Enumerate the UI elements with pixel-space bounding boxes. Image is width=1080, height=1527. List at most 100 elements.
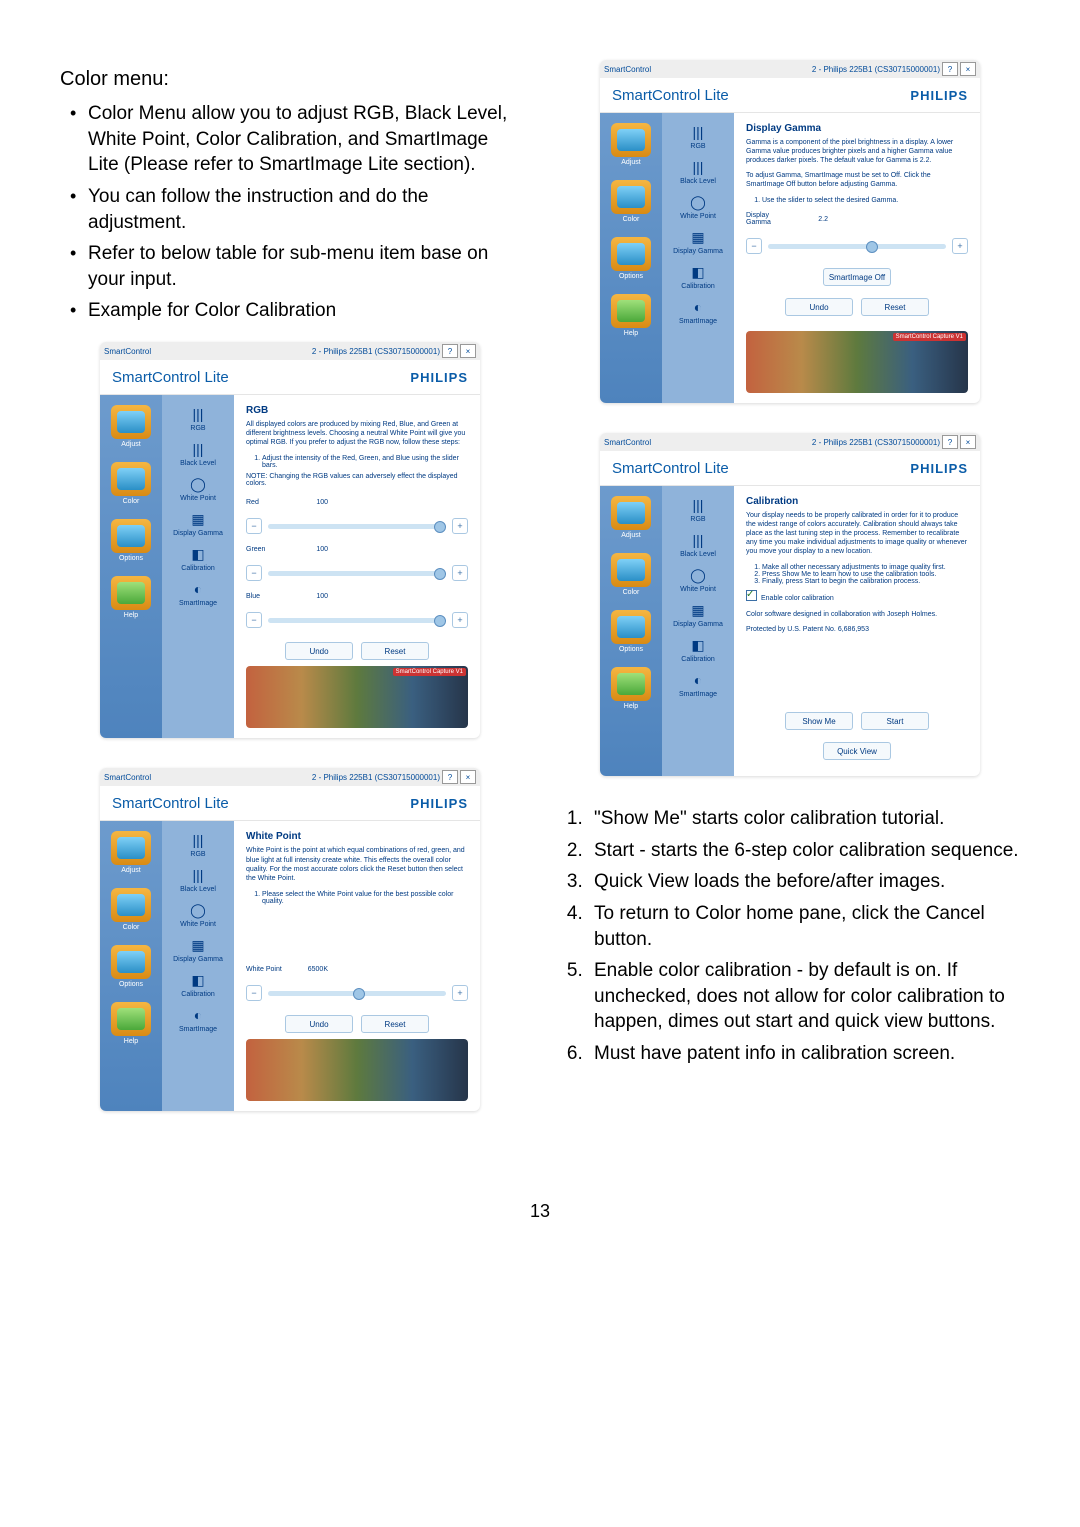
help-button[interactable]: ? — [942, 62, 958, 76]
submenu-black-level[interactable]: |||Black Level — [166, 438, 230, 467]
help-button[interactable]: ? — [442, 770, 458, 784]
sidebar-color[interactable]: Color — [107, 888, 155, 931]
close-button[interactable]: × — [460, 344, 476, 358]
close-button[interactable]: × — [960, 62, 976, 76]
cal-step: Make all other necessary adjustments to … — [762, 564, 968, 571]
help-button[interactable]: ? — [942, 435, 958, 449]
bullet-item: Color Menu allow you to adjust RGB, Blac… — [60, 101, 520, 178]
submenu-smartimage[interactable]: ◐SmartImage — [666, 296, 730, 325]
black-level-icon: ||| — [185, 438, 211, 460]
plus-button[interactable]: + — [452, 565, 468, 581]
slider-track[interactable] — [268, 524, 446, 529]
sidebar-adjust[interactable]: Adjust — [107, 831, 155, 874]
minus-button[interactable]: − — [246, 612, 262, 628]
enable-color-calibration[interactable]: Enable color calibration — [746, 589, 968, 603]
submenu-smartimage[interactable]: ◐SmartImage — [166, 578, 230, 607]
start-button[interactable]: Start — [861, 712, 929, 730]
minus-button[interactable]: − — [246, 565, 262, 581]
undo-button[interactable]: Undo — [785, 298, 853, 316]
sidebar-help[interactable]: Help — [607, 667, 655, 710]
smartimage-icon: ◐ — [185, 578, 211, 600]
submenu-calibration[interactable]: ◧Calibration — [666, 261, 730, 290]
slider-track[interactable] — [268, 991, 446, 996]
sidebar-options[interactable]: Options — [107, 945, 155, 988]
help-button[interactable]: ? — [442, 344, 458, 358]
submenu-white-point[interactable]: ◯White Point — [166, 899, 230, 928]
submenu-calibration[interactable]: ◧Calibration — [666, 634, 730, 663]
submenu-display-gamma[interactable]: ▦Display Gamma — [166, 934, 230, 963]
close-button[interactable]: × — [460, 770, 476, 784]
submenu-display-gamma[interactable]: ▦Display Gamma — [166, 508, 230, 537]
sidebar-help[interactable]: Help — [607, 294, 655, 337]
sidebar-adjust[interactable]: Adjust — [107, 405, 155, 448]
pane-desc: All displayed colors are produced by mix… — [246, 420, 468, 447]
sidebar-adjust[interactable]: Adjust — [607, 496, 655, 539]
plus-button[interactable]: + — [952, 238, 968, 254]
plus-button[interactable]: + — [452, 985, 468, 1001]
brand-row: SmartControl Lite PHILIPS — [100, 360, 480, 395]
sidebar-options[interactable]: Options — [107, 519, 155, 562]
reset-button[interactable]: Reset — [361, 1015, 429, 1033]
sidebar-color[interactable]: Color — [607, 180, 655, 223]
minus-button[interactable]: − — [246, 985, 262, 1001]
reset-button[interactable]: Reset — [361, 642, 429, 660]
submenu-rgb[interactable]: |||RGB — [666, 121, 730, 150]
undo-button[interactable]: Undo — [285, 1015, 353, 1033]
slider-value: 6500K — [300, 966, 328, 973]
undo-button[interactable]: Undo — [285, 642, 353, 660]
submenu-white-point[interactable]: ◯White Point — [166, 473, 230, 502]
green-slider[interactable]: Green 100 — [246, 546, 468, 553]
slider-label: Green — [246, 546, 294, 553]
sidebar-adjust[interactable]: Adjust — [607, 123, 655, 166]
sidebar-options[interactable]: Options — [607, 610, 655, 653]
submenu-smartimage[interactable]: ◐SmartImage — [166, 1004, 230, 1033]
pane-desc: Your display needs to be properly calibr… — [746, 511, 968, 556]
close-button[interactable]: × — [960, 435, 976, 449]
sidebar-help[interactable]: Help — [107, 1002, 155, 1045]
checkbox-icon[interactable] — [746, 590, 757, 601]
sidebar-options[interactable]: Options — [607, 237, 655, 280]
show-me-button[interactable]: Show Me — [785, 712, 853, 730]
submenu-rgb[interactable]: |||RGB — [666, 494, 730, 523]
submenu-display-gamma[interactable]: ▦Display Gamma — [666, 599, 730, 628]
submenu-black-level[interactable]: |||Black Level — [666, 529, 730, 558]
preview-image: SmartControl Capture V1 — [746, 331, 968, 393]
slider-track[interactable] — [268, 571, 446, 576]
submenu-calibration[interactable]: ◧Calibration — [166, 969, 230, 998]
submenu-calibration[interactable]: ◧Calibration — [166, 543, 230, 572]
sidebar-color[interactable]: Color — [107, 462, 155, 505]
app-name: SmartControl Lite — [612, 460, 729, 477]
submenu-black-level[interactable]: |||Black Level — [166, 864, 230, 893]
gamma-slider[interactable]: Display Gamma 2.2 — [746, 212, 968, 226]
white-point-slider[interactable]: White Point 6500K — [246, 966, 468, 973]
smartimage-off-button[interactable]: SmartImage Off — [823, 268, 891, 286]
slider-track[interactable] — [768, 244, 946, 249]
quick-view-button[interactable]: Quick View — [823, 742, 891, 760]
preview-image — [246, 1039, 468, 1101]
submenu-white-point[interactable]: ◯White Point — [666, 564, 730, 593]
plus-button[interactable]: + — [452, 518, 468, 534]
sidebar: Adjust Color Options Help — [100, 395, 162, 738]
submenu-rgb[interactable]: |||RGB — [166, 403, 230, 432]
submenu-white-point[interactable]: ◯White Point — [666, 191, 730, 220]
slider-track[interactable] — [268, 618, 446, 623]
plus-button[interactable]: + — [452, 612, 468, 628]
submenu-display-gamma[interactable]: ▦Display Gamma — [666, 226, 730, 255]
sidebar-color[interactable]: Color — [607, 553, 655, 596]
submenu-smartimage[interactable]: ◐SmartImage — [666, 669, 730, 698]
reset-button[interactable]: Reset — [861, 298, 929, 316]
titlebar-monitor: 2 - Philips 225B1 (CS30715000001) — [812, 438, 940, 447]
submenu-rgb[interactable]: |||RGB — [166, 829, 230, 858]
app-name: SmartControl Lite — [612, 87, 729, 104]
minus-button[interactable]: − — [746, 238, 762, 254]
pane-step: Adjust the intensity of the Red, Green, … — [262, 455, 468, 469]
calibration-icon: ◧ — [185, 543, 211, 565]
submenu-black-level[interactable]: |||Black Level — [666, 156, 730, 185]
screenshot-rgb: SmartControl 2 - Philips 225B1 (CS307150… — [100, 342, 480, 738]
app-name: SmartControl Lite — [112, 795, 229, 812]
sidebar-help[interactable]: Help — [107, 576, 155, 619]
red-slider[interactable]: Red 100 — [246, 499, 468, 506]
blue-slider[interactable]: Blue 100 — [246, 593, 468, 600]
minus-button[interactable]: − — [246, 518, 262, 534]
numbered-item: "Show Me" starts color calibration tutor… — [588, 806, 1020, 832]
